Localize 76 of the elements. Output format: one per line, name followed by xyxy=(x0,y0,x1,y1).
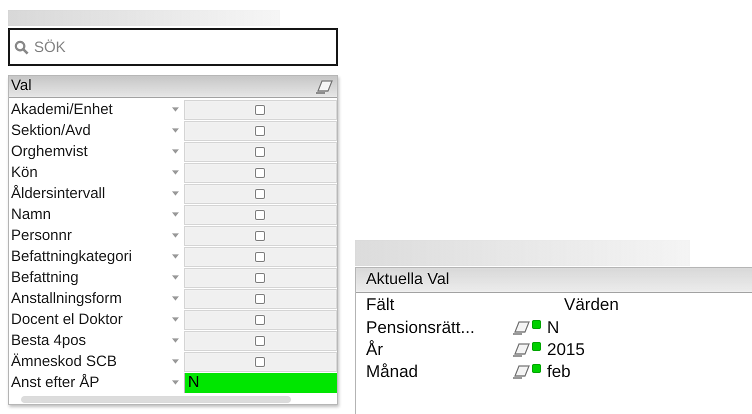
eraser-icon[interactable] xyxy=(315,78,335,94)
scrollbar-thumb[interactable] xyxy=(21,396,291,402)
caret-icon[interactable] xyxy=(172,296,179,301)
caret-icon[interactable] xyxy=(172,149,179,154)
checkbox[interactable] xyxy=(255,168,266,178)
eraser-icon[interactable] xyxy=(512,342,532,358)
status-square-icon xyxy=(532,364,541,373)
checkbox[interactable] xyxy=(255,230,266,240)
value-cell[interactable] xyxy=(184,162,337,182)
field-label: Sektion/Avd xyxy=(10,122,92,140)
field-label: Kön xyxy=(10,164,39,182)
field-label: Namn xyxy=(10,206,52,224)
value-text: feb xyxy=(547,361,571,384)
caret-icon[interactable] xyxy=(172,317,179,322)
value-cell[interactable]: N xyxy=(184,372,337,392)
field-label: Orghemvist xyxy=(10,142,89,160)
value-text: 2015 xyxy=(547,339,585,362)
caret-icon[interactable] xyxy=(172,359,179,364)
value-cell[interactable] xyxy=(184,100,337,120)
checkbox[interactable] xyxy=(255,146,266,156)
search-field[interactable]: SÖK xyxy=(8,28,338,66)
field-label: Personnr xyxy=(10,226,73,244)
value-cell[interactable] xyxy=(184,268,337,288)
value-cell[interactable] xyxy=(184,352,337,372)
field-label: Akademi/Enhet xyxy=(10,100,114,118)
caret-icon[interactable] xyxy=(172,107,179,112)
field-name: Pensionsrätt... xyxy=(366,317,476,340)
caret-icon[interactable] xyxy=(172,233,179,238)
caret-icon[interactable] xyxy=(172,128,179,133)
value-cell[interactable] xyxy=(184,330,337,350)
checkbox[interactable] xyxy=(255,314,266,324)
panel-title: Val xyxy=(11,76,32,96)
caret-icon[interactable] xyxy=(172,380,179,385)
field-label: Anst efter ÅP xyxy=(10,374,100,392)
value-cell[interactable] xyxy=(184,204,337,224)
status-square-icon xyxy=(532,320,541,329)
column-header: Fält xyxy=(366,294,396,316)
caret-icon[interactable] xyxy=(172,212,179,217)
checkbox[interactable] xyxy=(255,336,266,346)
caret-icon[interactable] xyxy=(172,275,179,280)
value-cell[interactable] xyxy=(184,226,337,246)
field-label: Ämneskod SCB xyxy=(10,352,118,370)
caret-icon[interactable] xyxy=(172,191,179,196)
value-cell[interactable] xyxy=(184,246,337,266)
checkbox[interactable] xyxy=(255,104,266,114)
search-icon xyxy=(14,40,29,55)
field-label: Anstallningsform xyxy=(10,290,123,308)
field-label: Besta 4pos xyxy=(10,332,88,350)
field-label: Befattning xyxy=(10,268,80,286)
field-name: År xyxy=(366,339,384,362)
field-label: Docent el Doktor xyxy=(10,310,124,328)
value-cell[interactable] xyxy=(184,120,337,140)
value-text: N xyxy=(188,372,200,392)
status-square-icon xyxy=(532,342,541,351)
caret-icon[interactable] xyxy=(172,170,179,175)
eraser-icon[interactable] xyxy=(512,364,532,380)
caret-icon[interactable] xyxy=(172,338,179,343)
checkbox[interactable] xyxy=(255,356,266,366)
checkbox[interactable] xyxy=(255,272,266,282)
value-text: N xyxy=(547,317,560,340)
caret-icon[interactable] xyxy=(172,254,179,259)
value-cell[interactable] xyxy=(184,184,337,204)
value-cell[interactable] xyxy=(184,142,337,162)
column-header: Värden xyxy=(564,294,619,316)
checkbox[interactable] xyxy=(255,188,266,198)
checkbox[interactable] xyxy=(255,210,266,220)
panel-title: Aktuella Val xyxy=(366,270,450,290)
checkbox[interactable] xyxy=(255,252,266,262)
field-name: Månad xyxy=(366,361,419,384)
checkbox[interactable] xyxy=(255,294,266,304)
eraser-icon[interactable] xyxy=(512,320,532,336)
field-label: Åldersintervall xyxy=(10,184,106,202)
checkbox[interactable] xyxy=(255,126,266,136)
value-cell[interactable] xyxy=(184,288,337,308)
value-cell[interactable] xyxy=(184,310,337,330)
field-label: Befattningkategori xyxy=(10,248,133,266)
